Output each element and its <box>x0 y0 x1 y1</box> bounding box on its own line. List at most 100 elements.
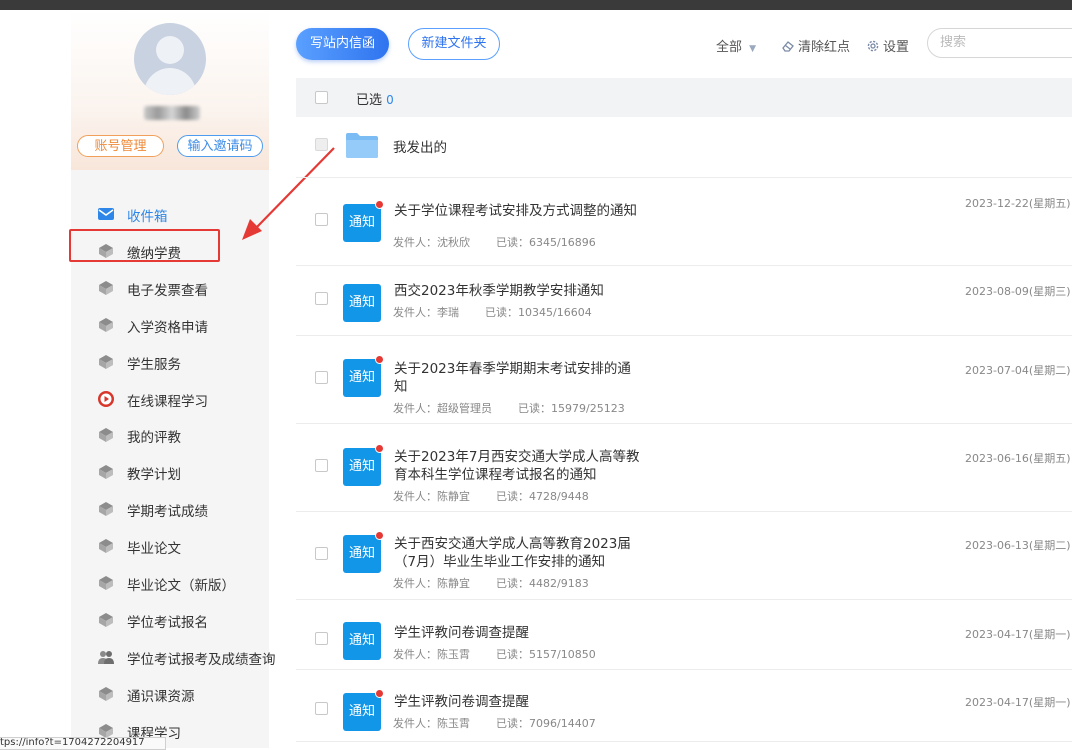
sidebar-item-label: 教学计划 <box>127 467 181 483</box>
message-row[interactable]: 通知 关于学位课程考试安排及方式调整的通知 发件人：沈秋欣 已读：6345/16896… <box>296 177 1072 266</box>
status-bar-url: tps://info?t=1704272204917 <box>0 737 166 750</box>
left-margin <box>0 10 71 748</box>
profile-panel: 账号管理 输入邀请码 <box>71 10 269 170</box>
select-all-checkbox[interactable] <box>315 91 328 104</box>
sidebar-item-9[interactable]: 毕业论文 <box>71 531 269 561</box>
main-panel: 写站内信函 新建文件夹 全部 ▼ 清除红点 设置 搜索 已选 0 我发出的 通知… <box>296 10 1072 748</box>
sidebar-item-label: 毕业论文 <box>127 541 181 557</box>
gem-icon <box>97 353 115 371</box>
sidebar-item-label: 我的评教 <box>127 430 181 446</box>
username-blurred <box>144 106 200 120</box>
message-checkbox[interactable] <box>315 632 328 645</box>
message-row[interactable]: 通知 关于2023年春季学期期末考试安排的通知发件人：超级管理员 已读：15979/… <box>296 335 1072 424</box>
folder-checkbox[interactable] <box>315 138 328 151</box>
new-folder-button[interactable]: 新建文件夹 <box>408 28 500 60</box>
message-checkbox[interactable] <box>315 292 328 305</box>
message-date: 2023-06-13(星期二) 17 <box>965 539 1072 552</box>
settings-label: 设置 <box>883 40 910 55</box>
message-date: 2023-06-16(星期五) 20 <box>965 452 1072 465</box>
message-checkbox[interactable] <box>315 702 328 715</box>
message-title[interactable]: 学生评教问卷调查提醒 <box>394 624 644 642</box>
message-sender: 发件人：李瑞 <box>393 306 459 319</box>
sidebar-item-label: 电子发票查看 <box>127 283 208 299</box>
clear-red-dots-button[interactable]: 清除红点 <box>781 36 850 55</box>
eraser-icon <box>782 41 794 52</box>
sidebar-item-3[interactable]: 入学资格申请 <box>71 310 269 340</box>
message-checkbox[interactable] <box>315 371 328 384</box>
annotation-highlight-box <box>69 229 220 262</box>
message-row[interactable]: 通知 西交2023年秋季学期教学安排通知 发件人：李瑞 已读：10345/16604 2… <box>296 265 1072 336</box>
sidebar: 账号管理 输入邀请码 收件箱 缴纳学费 电子发票查看 入学资格申请 学生服务 在线课程学习… <box>71 10 276 748</box>
message-read-count: 已读：4482/9183 <box>496 577 589 590</box>
gem-icon <box>97 316 115 334</box>
sidebar-item-label: 毕业论文（新版） <box>127 578 235 594</box>
message-sender: 发件人：陈玉霄 <box>393 717 470 730</box>
message-sender: 发件人：陈静宜 <box>393 490 470 503</box>
message-title[interactable]: 西交2023年秋季学期教学安排通知 <box>394 282 644 300</box>
message-title[interactable]: 关于学位课程考试安排及方式调整的通知 <box>394 202 644 220</box>
sidebar-item-5[interactable]: 在线课程学习 <box>71 384 269 414</box>
notice-badge: 通知 <box>343 359 381 397</box>
message-checkbox[interactable] <box>315 547 328 560</box>
enter-invite-code-button[interactable]: 输入邀请码 <box>177 135 263 157</box>
message-row[interactable]: 通知 学生评教问卷调查提醒 发件人：陈玉霄 已读：7096/14407 2023-04-… <box>296 669 1072 742</box>
sidebar-item-7[interactable]: 教学计划 <box>71 457 269 487</box>
notice-badge: 通知 <box>343 448 381 486</box>
message-meta: 发件人：沈秋欣 已读：6345/16896 <box>393 234 596 250</box>
gem-icon <box>97 611 115 629</box>
selected-label: 已选 0 <box>356 89 394 108</box>
sidebar-item-10[interactable]: 毕业论文（新版） <box>71 568 269 598</box>
message-title[interactable]: 关于2023年春季学期期末考试安排的通知 <box>394 360 644 396</box>
message-read-count: 已读：4728/9448 <box>496 490 589 503</box>
unread-dot <box>375 355 384 364</box>
sidebar-item-8[interactable]: 学期考试成绩 <box>71 494 269 524</box>
users-icon <box>97 648 115 666</box>
gem-icon <box>97 500 115 518</box>
avatar[interactable] <box>134 23 206 95</box>
sidebar-item-11[interactable]: 学位考试报名 <box>71 605 269 635</box>
message-title[interactable]: 关于2023年7月西安交通大学成人高等教育本科生学位课程考试报名的通知 <box>394 448 644 484</box>
folder-label: 我发出的 <box>393 140 447 156</box>
message-checkbox[interactable] <box>315 213 328 226</box>
sidebar-item-label: 收件箱 <box>127 209 168 225</box>
notice-badge: 通知 <box>343 204 381 242</box>
sidebar-item-6[interactable]: 我的评教 <box>71 420 269 450</box>
message-row[interactable]: 通知 关于2023年7月西安交通大学成人高等教育本科生学位课程考试报名的通知发件人… <box>296 423 1072 512</box>
message-checkbox[interactable] <box>315 459 328 472</box>
filter-dropdown[interactable]: 全部 ▼ <box>716 36 756 55</box>
message-date: 2023-07-04(星期二) 11 <box>965 364 1072 377</box>
message-title[interactable]: 学生评教问卷调查提醒 <box>394 693 644 711</box>
message-meta: 发件人：陈静宜 已读：4482/9183 <box>393 575 589 591</box>
selection-bar: 已选 0 <box>296 78 1072 117</box>
sidebar-item-12[interactable]: 学位考试报考及成绩查询 <box>71 642 276 672</box>
gem-icon <box>97 537 115 555</box>
message-sender: 发件人：陈静宜 <box>393 577 470 590</box>
sidebar-item-0[interactable]: 收件箱 <box>71 199 269 229</box>
search-input[interactable]: 搜索 <box>927 28 1072 58</box>
account-management-button[interactable]: 账号管理 <box>77 135 164 157</box>
selected-text: 已选 <box>356 93 383 108</box>
message-read-count: 已读：7096/14407 <box>496 717 596 730</box>
play-icon <box>97 390 115 408</box>
message-meta: 发件人：李瑞 已读：10345/16604 <box>393 304 592 320</box>
settings-button[interactable]: 设置 <box>866 36 909 55</box>
sidebar-item-label: 学期考试成绩 <box>127 504 208 520</box>
sidebar-item-label: 入学资格申请 <box>127 320 208 336</box>
message-read-count: 已读：10345/16604 <box>485 306 592 319</box>
notice-badge: 通知 <box>343 535 381 573</box>
message-meta: 发件人：超级管理员 已读：15979/25123 <box>393 400 625 416</box>
compose-message-button[interactable]: 写站内信函 <box>296 28 389 60</box>
clear-red-dots-label: 清除红点 <box>798 40 851 55</box>
message-row[interactable]: 通知 关于西安交通大学成人高等教育2023届（7月）毕业生毕业工作安排的通知发件人… <box>296 511 1072 600</box>
notice-badge: 通知 <box>343 693 381 731</box>
message-date: 2023-04-17(星期一) 15 <box>965 628 1072 641</box>
sidebar-item-2[interactable]: 电子发票查看 <box>71 273 269 303</box>
sidebar-item-13[interactable]: 通识课资源 <box>71 679 269 709</box>
sidebar-item-label: 学生服务 <box>127 357 181 373</box>
message-row[interactable]: 通知 学生评教问卷调查提醒 发件人：陈玉霄 已读：5157/10850 2023-04-… <box>296 599 1072 670</box>
gem-icon <box>97 279 115 297</box>
folder-row-sent[interactable]: 我发出的 <box>296 117 1072 178</box>
sidebar-item-4[interactable]: 学生服务 <box>71 347 269 377</box>
message-title[interactable]: 关于西安交通大学成人高等教育2023届（7月）毕业生毕业工作安排的通知 <box>394 535 644 571</box>
message-date: 2023-08-09(星期三) 16 <box>965 285 1072 298</box>
